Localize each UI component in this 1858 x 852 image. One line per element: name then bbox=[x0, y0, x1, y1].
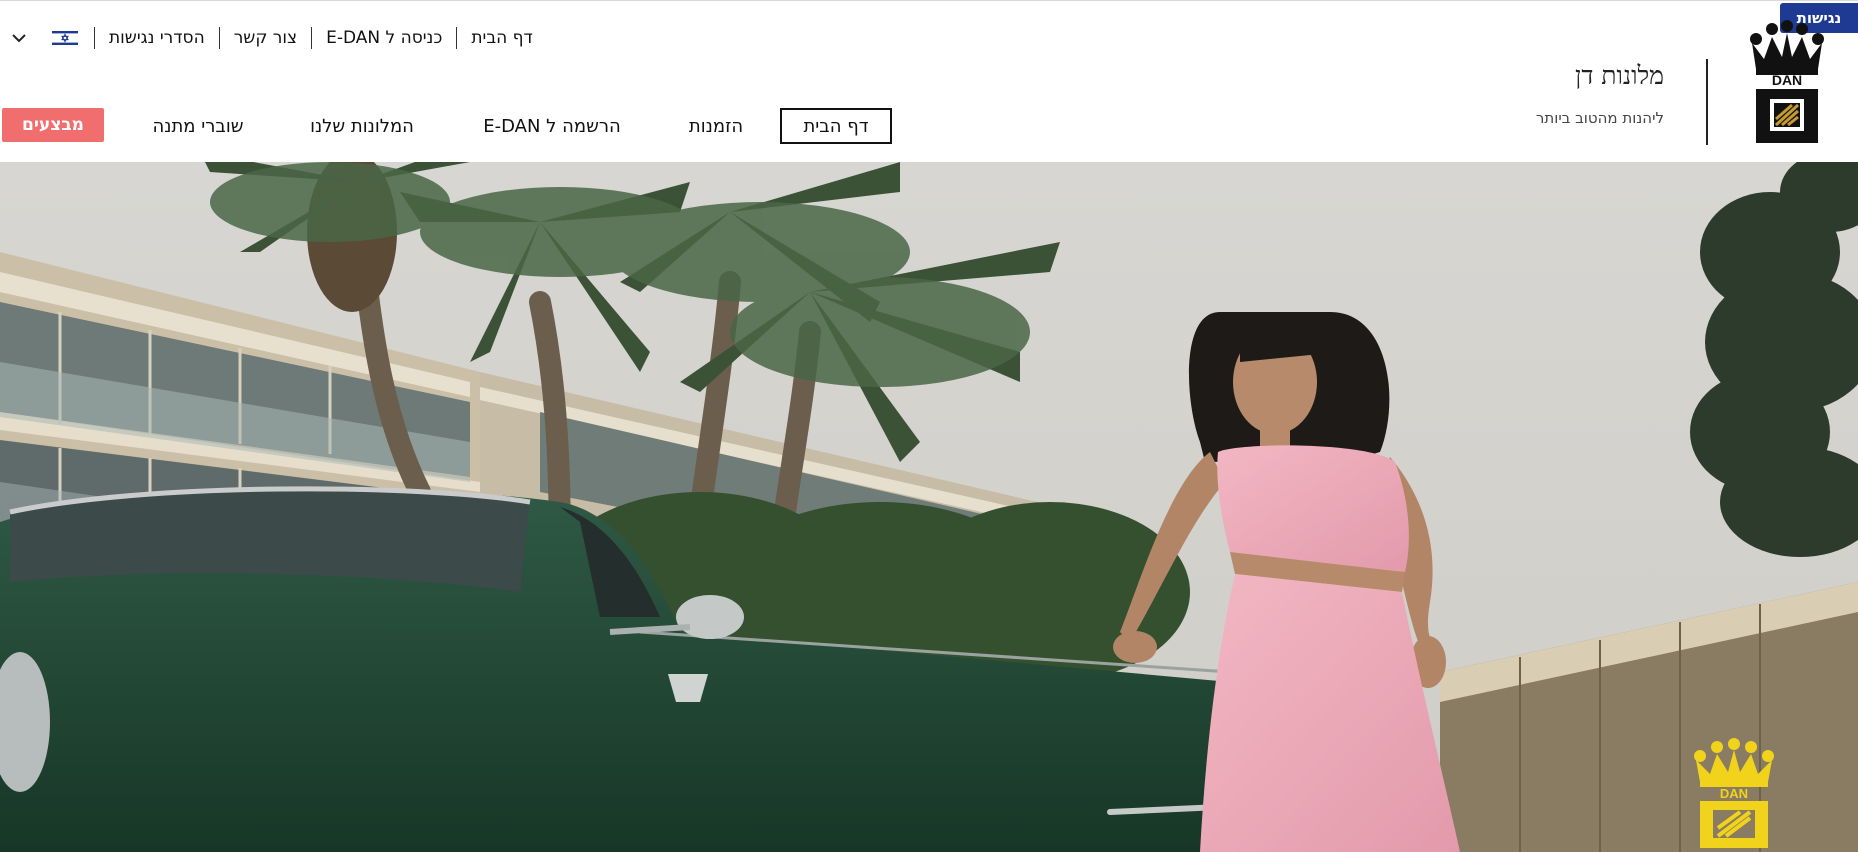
deals-button[interactable]: מבצעים bbox=[2, 108, 104, 142]
logo-text: DAN bbox=[1772, 72, 1802, 88]
utility-nav: דף הבית כניסה ל E-DAN צור קשר הסדרי נגיש… bbox=[8, 23, 547, 53]
utility-link-home[interactable]: דף הבית bbox=[457, 28, 546, 48]
nav-home[interactable]: דף הבית bbox=[780, 108, 892, 144]
language-selector[interactable] bbox=[52, 29, 78, 47]
utility-link-accessibility[interactable]: הסדרי נגישות bbox=[95, 28, 219, 48]
chevron-down-icon bbox=[12, 34, 26, 43]
brand-title: מלונות דן bbox=[1574, 61, 1664, 90]
crown-logo-icon: DAN bbox=[1694, 738, 1774, 848]
hero-banner: DAN bbox=[0, 162, 1858, 852]
hero-image bbox=[0, 162, 1858, 852]
utility-link-edan-login[interactable]: כניסה ל E-DAN bbox=[312, 28, 456, 48]
hero-dan-logo: DAN bbox=[1686, 738, 1782, 850]
israel-flag-icon bbox=[52, 29, 78, 47]
dan-logo[interactable]: DAN bbox=[1742, 19, 1832, 147]
site-header: נגישות DAN מלונות דן ליהנות מהטוב ביותר … bbox=[0, 0, 1858, 162]
nav-gift-vouchers[interactable]: שוברי מתנה bbox=[132, 108, 264, 144]
nav-edan-register[interactable]: הרשמה ל E-DAN bbox=[462, 108, 642, 144]
main-nav: דף הבית הזמנות הרשמה ל E-DAN המלונות שלנ… bbox=[2, 108, 892, 144]
utility-link-contact[interactable]: צור קשר bbox=[220, 28, 311, 48]
brand-divider bbox=[1706, 59, 1708, 145]
nav-bookings[interactable]: הזמנות bbox=[670, 108, 762, 144]
brand-tagline: ליהנות מהטוב ביותר bbox=[1535, 109, 1664, 127]
language-dropdown[interactable] bbox=[8, 27, 30, 49]
hero-logo-text: DAN bbox=[1720, 786, 1748, 801]
crown-logo-icon: DAN bbox=[1750, 20, 1824, 143]
nav-our-hotels[interactable]: המלונות שלנו bbox=[292, 108, 432, 144]
